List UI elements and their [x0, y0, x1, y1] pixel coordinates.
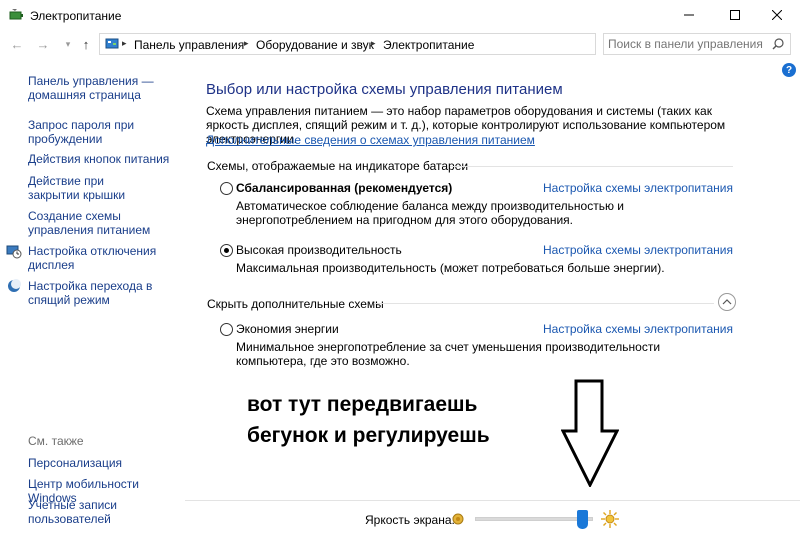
sidebar-link-create-plan[interactable]: Создание схемы управления питанием: [28, 209, 178, 237]
plan-high-performance-name[interactable]: Высокая производительность: [236, 243, 402, 257]
annotation-line-2: бегунок и регулируешь: [247, 424, 490, 447]
see-also-user-accounts[interactable]: Учетные записи пользователей: [28, 498, 148, 526]
plan-power-saver-settings-link[interactable]: Настройка схемы электропитания: [543, 322, 733, 336]
breadcrumb-control-panel[interactable]: Панель управления: [134, 38, 244, 52]
sun-small-icon: [452, 513, 464, 525]
plan-high-performance-radio[interactable]: [220, 244, 233, 257]
power-options-icon: [9, 9, 23, 20]
plan-balanced-radio[interactable]: [220, 182, 233, 195]
sun-large-icon: [601, 510, 619, 528]
chevron-up-icon: [722, 299, 732, 305]
plan-power-saver-name[interactable]: Экономия энергии: [236, 322, 339, 336]
minimize-icon: [684, 14, 694, 16]
address-row: ← → ▾ ↑ ▸ Панель управления ▸ Оборудован…: [0, 30, 800, 58]
chevron-down-icon: ▾: [65, 38, 71, 49]
breadcrumb-separator-icon: ▸: [244, 38, 249, 48]
page-title: Выбор или настройка схемы управления пит…: [206, 81, 563, 98]
breadcrumb-separator-icon: ▸: [371, 38, 376, 48]
help-icon: ?: [785, 64, 793, 76]
search-input[interactable]: [608, 37, 768, 51]
plan-high-performance-settings-link[interactable]: Настройка схемы электропитания: [543, 243, 733, 257]
sidebar-link-sleep[interactable]: Настройка перехода в спящий режим: [28, 279, 168, 307]
sidebar-link-display-off[interactable]: Настройка отключения дисплея: [28, 244, 168, 272]
bottom-divider: [185, 500, 800, 501]
battery-plans-group-label: Схемы, отображаемые на индикаторе батаре…: [207, 159, 469, 173]
sidebar-link-power-buttons[interactable]: Действия кнопок питания: [28, 152, 178, 166]
group-divider: [450, 166, 733, 167]
group-divider: [374, 303, 714, 304]
more-info-link[interactable]: Дополнительные сведения о схемах управле…: [206, 133, 535, 147]
breadcrumb-power-options[interactable]: Электропитание: [383, 38, 474, 52]
sidebar-link-lid-close[interactable]: Действие при закрытии крышки: [28, 174, 158, 202]
annotation-line-1: вот тут передвигаешь: [247, 393, 478, 416]
monitor-clock-icon: [6, 245, 22, 259]
title-bar: Электропитание: [0, 0, 800, 30]
address-bar[interactable]: ▸ Панель управления ▸ Оборудование и зву…: [99, 33, 596, 55]
brightness-slider-thumb[interactable]: [576, 510, 588, 529]
help-button[interactable]: ?: [782, 63, 796, 77]
close-button[interactable]: [754, 0, 800, 30]
breadcrumb-hardware-sound[interactable]: Оборудование и звук: [256, 38, 374, 52]
up-button[interactable]: ↑: [78, 36, 94, 52]
plan-balanced-description: Автоматическое соблюдение баланса между …: [236, 199, 625, 227]
control-panel-icon: [105, 38, 119, 49]
down-arrow-icon: [561, 379, 619, 487]
search-icon: [772, 38, 784, 50]
forward-button[interactable]: →: [35, 36, 51, 52]
maximize-icon: [730, 10, 740, 20]
back-button[interactable]: ←: [9, 36, 25, 52]
sidebar-link-control-panel-home[interactable]: Панель управления — домашняя страница: [28, 74, 168, 102]
maximize-button[interactable]: [712, 0, 758, 30]
collapse-button[interactable]: [718, 293, 736, 311]
plan-power-saver-description: Минимальное энергопотребление за счет ум…: [236, 340, 661, 368]
recent-locations-button[interactable]: ▾: [60, 36, 76, 52]
close-icon: [772, 10, 782, 20]
plan-high-performance-description: Максимальная производительность (может п…: [236, 261, 665, 275]
plan-power-saver-radio[interactable]: [220, 323, 233, 336]
arrow-right-icon: →: [36, 36, 50, 52]
plan-balanced-name[interactable]: Сбалансированная (рекомендуется): [236, 181, 452, 195]
breadcrumb-separator-icon: ▸: [122, 38, 127, 48]
window-title: Электропитание: [30, 9, 122, 23]
minimize-button[interactable]: [666, 0, 712, 30]
sidebar-link-wake-password[interactable]: Запрос пароля при пробуждении: [28, 118, 148, 146]
sleep-moon-icon: [8, 279, 21, 292]
brightness-label: Яркость экрана:: [365, 513, 455, 527]
hidden-plans-group-label[interactable]: Скрыть дополнительные схемы: [207, 297, 384, 311]
arrow-left-icon: ←: [10, 36, 24, 52]
plan-balanced-settings-link[interactable]: Настройка схемы электропитания: [543, 181, 733, 195]
see-also-heading: См. также: [28, 434, 84, 448]
brightness-slider-track[interactable]: [475, 517, 593, 521]
see-also-personalization[interactable]: Персонализация: [28, 456, 178, 470]
search-field[interactable]: [603, 33, 791, 55]
arrow-up-icon: ↑: [82, 36, 90, 52]
